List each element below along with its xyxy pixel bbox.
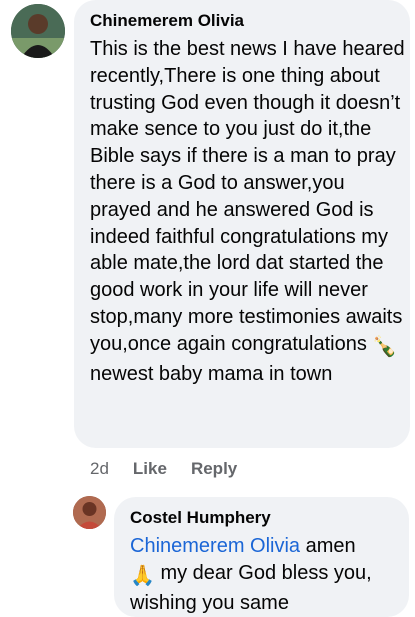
comment-text-part-2: newest baby mama in town — [90, 362, 333, 385]
reply-text: Chinemerem Olivia amen 🙏 my dear God ble… — [130, 533, 406, 616]
mention-link[interactable]: Chinemerem Olivia — [130, 535, 300, 557]
commenter-avatar[interactable] — [11, 4, 65, 58]
reply-author-name[interactable]: Costel Humphery — [130, 507, 271, 529]
like-button[interactable]: Like — [133, 459, 167, 479]
champagne-bottle-icon: 🍾 — [372, 335, 398, 358]
praying-hands-icon: 🙏 — [130, 564, 155, 587]
comment-timestamp[interactable]: 2d — [90, 459, 109, 479]
reply-button[interactable]: Reply — [191, 459, 237, 479]
comment-text: This is the best news I have heared rece… — [90, 36, 408, 387]
reply-text-part-2: my dear God bless you, wishing you same — [130, 561, 372, 614]
comment-actions: 2d Like Reply — [90, 458, 261, 480]
reply-text-part-1: amen — [300, 535, 356, 557]
replier-avatar[interactable] — [73, 496, 106, 529]
comment-author-name[interactable]: Chinemerem Olivia — [90, 10, 244, 32]
comment-text-part-1: This is the best news I have heared rece… — [90, 38, 405, 355]
